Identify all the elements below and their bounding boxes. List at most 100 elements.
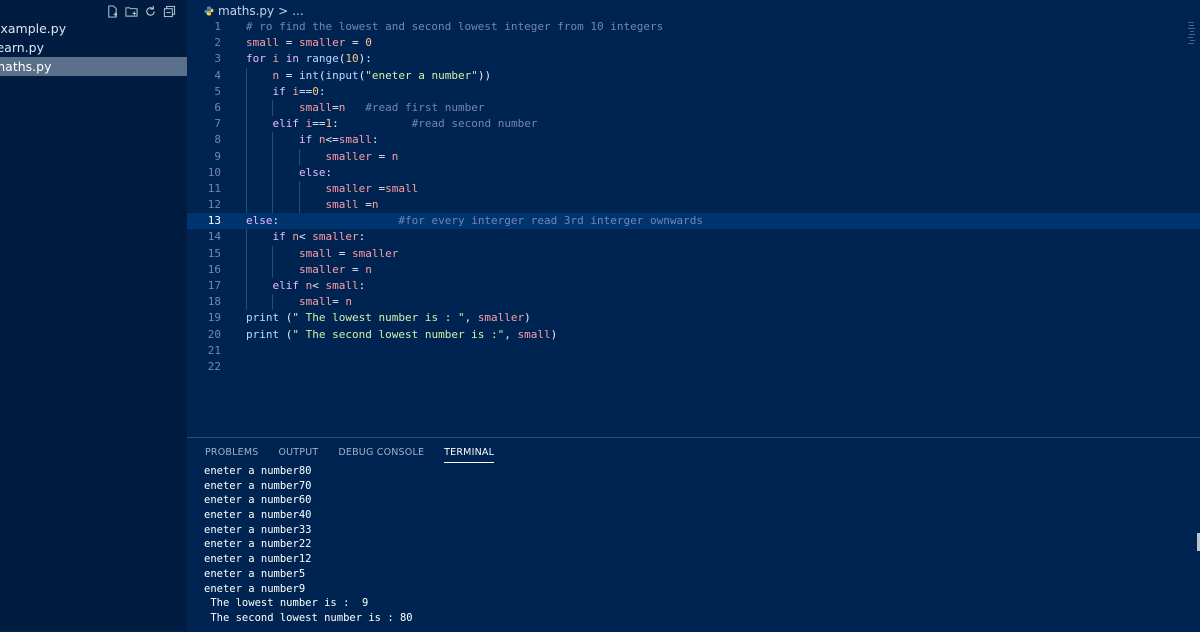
line-number: 5: [214, 84, 221, 98]
line-text: print (" The second lowest number is :",…: [246, 327, 558, 341]
code-line[interactable]: 8 if n<=small:: [187, 132, 1200, 149]
code-line[interactable]: 22: [187, 359, 1200, 375]
file-item-maths-py[interactable]: maths.py: [0, 57, 187, 76]
line-text: if n< smaller:: [272, 230, 366, 244]
code-line[interactable]: 7 elif i==1: #read second number: [187, 116, 1200, 133]
python-file-icon: [204, 6, 214, 15]
line-number: 22: [207, 359, 221, 373]
terminal-line: eneter a number12: [204, 553, 312, 566]
line-text: print (" The lowest number is : ", small…: [246, 311, 531, 325]
line-number: 10: [207, 165, 221, 179]
code-line[interactable]: 17 elif n< small:: [187, 278, 1200, 295]
line-text: small=n #read first number: [298, 100, 485, 114]
tab-output[interactable]: OUTPUT: [278, 447, 318, 463]
code-line[interactable]: 20 print (" The second lowest number is :…: [187, 327, 1200, 343]
line-text: small= n: [298, 295, 352, 309]
file-name: example.py: [0, 21, 67, 36]
breadcrumb: maths.py > ...: [204, 3, 304, 18]
line-text: n = int(input("eneter a number")): [272, 68, 492, 82]
collapse-all-icon[interactable]: [161, 3, 178, 19]
code-area[interactable]: 1 # ro find the lowest and second lowest …: [187, 19, 1200, 375]
line-text: else: #for every interger read 3rd inter…: [246, 214, 703, 228]
code-line[interactable]: 15 small = smaller: [187, 245, 1200, 262]
code-line[interactable]: 4 n = int(input("eneter a number")): [187, 67, 1200, 84]
code-line[interactable]: 6 small=n #read first number: [187, 99, 1200, 117]
line-text: # ro find the lowest and second lowest i…: [246, 20, 664, 33]
code-editor[interactable]: maths.py > ... 1 # ro find the lowest and…: [187, 0, 1200, 437]
line-text: else:: [298, 165, 333, 179]
explorer-toolbar: [104, 3, 178, 19]
line-text: smaller =small: [325, 181, 419, 195]
line-text: small = smaller = 0: [246, 36, 372, 50]
line-number: 19: [207, 311, 221, 325]
panel-tabs: PROBLEMS OUTPUT DEBUG CONSOLE TERMINAL: [205, 447, 495, 463]
line-number: 21: [207, 343, 221, 357]
code-line[interactable]: 16 smaller = n: [187, 261, 1200, 278]
code-line[interactable]: 2 small = smaller = 0: [187, 35, 1200, 51]
line-number: 17: [207, 279, 221, 292]
line-number: 4: [214, 68, 221, 82]
terminal-line: eneter a number80: [204, 465, 312, 477]
line-number: 18: [207, 295, 221, 309]
new-file-icon[interactable]: [104, 3, 121, 19]
line-text: if i==0:: [272, 84, 326, 98]
line-text: if n<=small:: [298, 133, 379, 147]
line-number: 7: [214, 117, 221, 131]
code-line[interactable]: 13 else: #for every interger read 3rd int…: [187, 213, 1200, 230]
terminal-line: eneter a number5: [204, 567, 306, 580]
code-line[interactable]: 14 if n< smaller:: [187, 229, 1200, 246]
code-line[interactable]: 9 smaller = n: [187, 148, 1200, 165]
line-number: 12: [207, 198, 221, 212]
file-item-example-py[interactable]: example.py: [0, 19, 187, 38]
code-line[interactable]: 5 if i==0:: [187, 83, 1200, 100]
terminal-line: eneter a number9: [204, 582, 306, 595]
terminal-line: eneter a number70: [204, 479, 312, 492]
breadcrumb-file[interactable]: maths.py: [218, 4, 274, 18]
new-folder-icon[interactable]: [123, 3, 140, 19]
line-text: for i in range(10):: [246, 52, 372, 66]
bottom-panel: PROBLEMS OUTPUT DEBUG CONSOLE TERMINAL enet…: [187, 437, 1200, 632]
terminal-line: eneter a number40: [204, 509, 312, 522]
line-text: smaller = n: [298, 262, 372, 276]
line-text: smaller = n: [325, 149, 399, 163]
explorer-sidebar: example.py learn.py maths.py: [0, 0, 187, 631]
code-line[interactable]: 3 for i in range(10):: [187, 51, 1200, 67]
file-name: maths.py: [0, 59, 52, 74]
line-text: small =n: [325, 198, 379, 212]
code-line[interactable]: 19 print (" The lowest number is : ", sma…: [187, 310, 1200, 326]
line-number: 16: [207, 262, 221, 276]
line-number: 8: [214, 133, 221, 147]
minimap[interactable]: [1188, 20, 1196, 50]
line-number: 2: [214, 36, 221, 50]
file-item-learn-py[interactable]: learn.py: [0, 38, 187, 57]
terminal-output[interactable]: eneter a number80 eneter a number70 eneter…: [204, 464, 413, 626]
code-line[interactable]: 10 else:: [187, 164, 1200, 181]
breadcrumb-separator: >: [278, 3, 289, 18]
terminal-line: eneter a number60: [204, 494, 312, 507]
breadcrumb-more[interactable]: ...: [292, 4, 303, 18]
code-line[interactable]: 11 smaller =small: [187, 180, 1200, 198]
terminal-line: The second lowest number is : 80: [204, 611, 413, 624]
terminal-line: eneter a number33: [204, 523, 312, 536]
line-number: 3: [214, 52, 221, 66]
line-text: elif i==1: #read second number: [272, 117, 538, 131]
line-text: elif n< small:: [272, 279, 366, 292]
line-number: 15: [207, 246, 221, 260]
line-number: 14: [207, 230, 221, 244]
line-text: small = smaller: [298, 246, 399, 260]
tab-terminal[interactable]: TERMINAL: [444, 447, 495, 463]
tab-problems[interactable]: PROBLEMS: [205, 447, 258, 463]
tab-debug-console[interactable]: DEBUG CONSOLE: [338, 447, 424, 463]
code-line[interactable]: 1 # ro find the lowest and second lowest …: [187, 19, 1200, 35]
file-name: learn.py: [0, 40, 44, 55]
code-line[interactable]: 21: [187, 343, 1200, 359]
line-number: 9: [214, 149, 221, 163]
code-line[interactable]: 12 small =n: [187, 197, 1200, 214]
refresh-icon[interactable]: [142, 3, 159, 19]
line-number: 11: [207, 181, 221, 195]
line-number: 6: [214, 100, 221, 114]
line-number: 13: [207, 214, 221, 228]
line-number: 20: [207, 327, 221, 341]
line-number: 1: [214, 20, 221, 33]
code-line[interactable]: 18 small= n: [187, 294, 1200, 311]
